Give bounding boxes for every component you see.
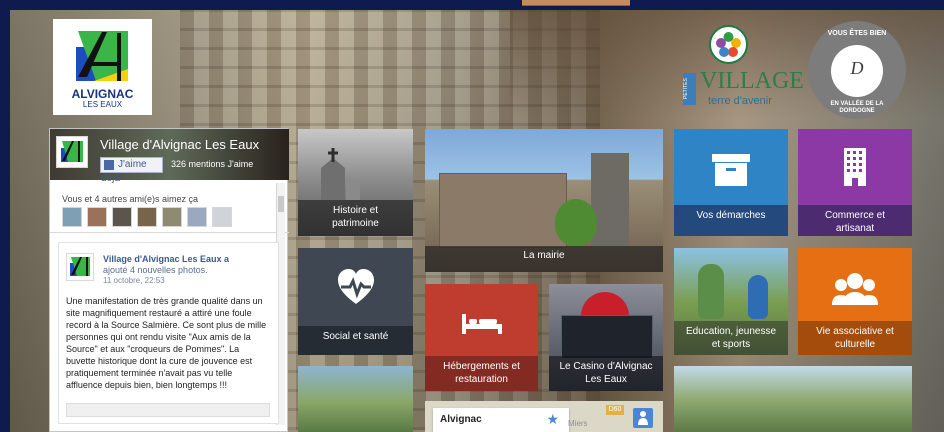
tile-vos-demarches[interactable]: Vos démarches [674, 129, 788, 236]
tile-commerce-artisanat[interactable]: Commerce et artisanat [798, 129, 912, 236]
avatar[interactable] [212, 207, 232, 227]
dordogne-top-text: VOUS ÊTES BIEN [827, 30, 887, 37]
casino-facade [561, 315, 653, 359]
tile-histoire-patrimoine-label: Histoire et patrimoine [298, 200, 413, 236]
tile-histoire-patrimoine[interactable]: Histoire et patrimoine [298, 129, 413, 236]
facebook-header: Village d'Alvignac Les Eaux J'aime déjà … [50, 129, 289, 184]
facebook-friends-text: Vous et 4 autres ami(e)s aimez ça [62, 194, 199, 204]
dordogne-inner-circle: D [831, 45, 883, 97]
dordogne-badge[interactable]: VOUS ÊTES BIEN D EN VALLÉE DE LA DORDOGN… [808, 21, 906, 119]
avatar[interactable] [162, 207, 182, 227]
facebook-post-date[interactable]: 11 octobre, 22:53 [103, 276, 165, 286]
tile-vos-demarches-label: Vos démarches [674, 205, 788, 236]
facebook-like-button[interactable]: J'aime déjà [100, 157, 163, 184]
village-vertical-label: PETITES [683, 73, 696, 105]
facebook-post: Village d'Alvignac Les Eaux a ajouté 4 n… [58, 242, 279, 424]
education-photo-child [748, 275, 768, 319]
building-icon [844, 148, 866, 186]
map-city-label: Miers [568, 419, 588, 428]
archive-box-icon [712, 154, 750, 186]
facebook-scrollbar-thumb[interactable] [278, 196, 284, 212]
avatar[interactable] [137, 207, 157, 227]
tile-bottom-left-photo[interactable] [298, 366, 413, 432]
avatar[interactable] [112, 207, 132, 227]
tile-casino-label: Le Casino d'Alvignac Les Eaux [549, 356, 663, 391]
tile-education-jeunesse-sports[interactable]: Education, jeunesse et sports [674, 248, 788, 355]
tile-la-mairie[interactable]: La mairie [425, 129, 663, 272]
top-banner-strip [522, 0, 630, 6]
avatar[interactable] [87, 207, 107, 227]
facebook-post-thumbnail[interactable] [66, 253, 94, 281]
alvignac-mini-logo-icon [59, 139, 85, 165]
petites-villages-logo[interactable]: PETITES VILLAGE terre d'avenir [680, 21, 804, 114]
site-logo[interactable]: ALVIGNAC LES EAUX [53, 19, 152, 115]
page: ALVIGNAC LES EAUX PETITES VILLAGE terre … [0, 0, 944, 432]
facebook-post-footer [66, 403, 270, 417]
mairie-church-photo [591, 153, 629, 246]
tile-vie-associative-culturelle-label: Vie associative et culturelle [798, 321, 912, 355]
tile-social-sante-label: Social et santé [298, 326, 413, 355]
village-logo-circle [709, 25, 748, 64]
map-road-label: D60 [606, 405, 624, 415]
dordogne-letter: D [850, 58, 864, 78]
facebook-post-author-name[interactable]: Village d'Alvignac Les Eaux [103, 254, 222, 264]
people-group-icon [832, 273, 878, 305]
facebook-post-action[interactable]: ajouté 4 nouvelles photos. [103, 265, 273, 276]
avatar[interactable] [62, 207, 82, 227]
facebook-like-count: 326 mentions J'aime [171, 159, 254, 169]
facebook-widget: Village d'Alvignac Les Eaux J'aime déjà … [49, 128, 289, 432]
alvignac-post-logo-icon [68, 255, 92, 279]
facebook-friends-section: Vous et 4 autres ami(e)s aimez ça [50, 180, 289, 233]
education-photo-person [698, 264, 724, 319]
person-icon [638, 411, 648, 425]
flower-icon [716, 32, 741, 57]
map-widget[interactable]: Alvignac ★ Miers D60 [425, 401, 663, 432]
star-icon[interactable]: ★ [546, 412, 559, 426]
mairie-tree-photo [555, 199, 597, 246]
facebook-post-body: Une manifestation de très grande qualité… [66, 296, 267, 390]
site-logo-subtitle: LES EAUX [82, 100, 123, 109]
map-title: Alvignac [440, 414, 482, 425]
casino-sign [581, 292, 629, 316]
heart-pulse-icon [337, 269, 374, 304]
bed-icon [461, 314, 502, 334]
facebook-friend-avatars [62, 207, 242, 228]
village-logo-title: VILLAGE [700, 68, 804, 94]
tile-la-mairie-label: La mairie [425, 246, 663, 272]
avatar[interactable] [187, 207, 207, 227]
tile-commerce-artisanat-label: Commerce et artisanat [798, 205, 912, 236]
map-person-icon[interactable] [633, 408, 653, 428]
tile-education-jeunesse-sports-label: Education, jeunesse et sports [674, 321, 788, 355]
site-logo-name: ALVIGNAC [71, 87, 134, 101]
facebook-page-title[interactable]: Village d'Alvignac Les Eaux [100, 137, 284, 152]
tile-hebergements-restauration-label: Hébergements et restauration [425, 356, 538, 391]
facebook-post-author[interactable]: Village d'Alvignac Les Eaux a [103, 254, 273, 265]
dordogne-bottom-text: EN VALLÉE DE LA DORDOGNE [830, 101, 884, 114]
facebook-post-author-suffix: a [221, 254, 230, 264]
mairie-building-photo [439, 173, 567, 248]
tile-vie-associative-culturelle[interactable]: Vie associative et culturelle [798, 248, 912, 355]
facebook-like-icon [104, 160, 114, 170]
tile-bottom-right-photo[interactable] [674, 366, 912, 432]
church-photo-icon [321, 148, 360, 200]
tile-social-sante[interactable]: Social et santé [298, 248, 413, 355]
tile-casino[interactable]: Le Casino d'Alvignac Les Eaux [549, 284, 663, 391]
facebook-page-thumbnail[interactable] [56, 136, 88, 168]
village-logo-subtitle: terre d'avenir [708, 95, 772, 107]
tile-hebergements-restauration[interactable]: Hébergements et restauration [425, 284, 538, 391]
alvignac-logo-icon [70, 25, 136, 85]
map-info-card: Alvignac ★ [433, 408, 569, 432]
